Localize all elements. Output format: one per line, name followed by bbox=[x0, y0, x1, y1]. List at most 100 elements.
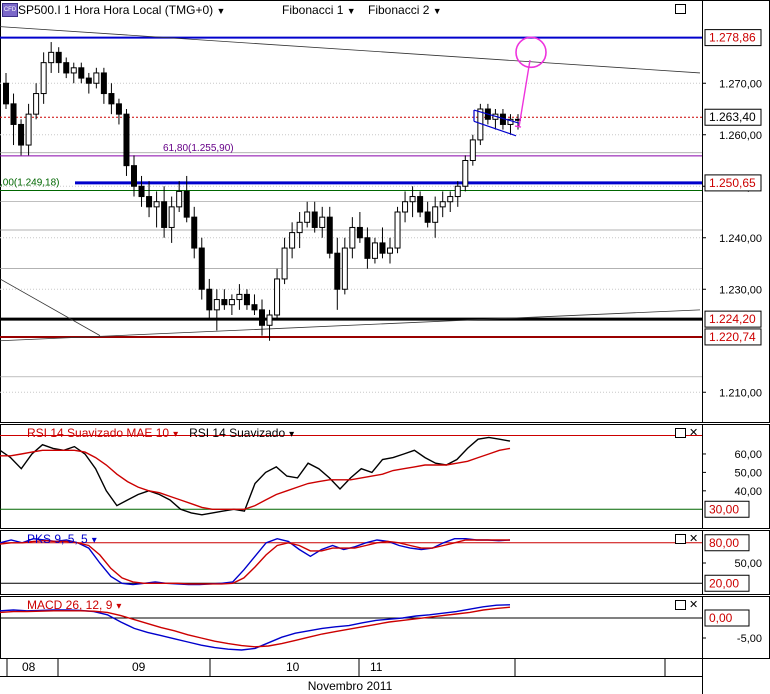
price-tick-label: 1.240,00 bbox=[719, 233, 762, 245]
candle-body bbox=[108, 93, 115, 105]
pks-title-part-0: PKS 9, 5, 5 bbox=[27, 532, 88, 546]
candle-body bbox=[259, 309, 265, 326]
pks-title-dropdown-icon: ▾ bbox=[92, 535, 97, 546]
candle-body bbox=[447, 196, 454, 203]
macd-title-part-0: MACD 26, 12, 9 bbox=[27, 598, 113, 612]
macd-level-tag-label: 0,00 bbox=[709, 611, 733, 625]
rsi-tick-label: 40,00 bbox=[734, 486, 762, 498]
candle-body bbox=[161, 201, 168, 228]
price-tick-label: 1.270,00 bbox=[719, 78, 762, 90]
rsi-title-dropdown-icon: ▾ bbox=[289, 429, 294, 440]
fibonacci-1-dropdown-icon[interactable]: ▼ bbox=[347, 6, 356, 16]
trading-chart[interactable]: 1.210,001.230,001.240,001.250,001.260,00… bbox=[0, 0, 770, 694]
macd-panel-close-icon[interactable]: ✕ bbox=[689, 600, 698, 611]
candle-body bbox=[356, 226, 363, 239]
candle-body bbox=[63, 62, 70, 74]
price-tag-label: 1.250,65 bbox=[709, 176, 756, 190]
rsi-panel-restore-button[interactable] bbox=[675, 428, 686, 438]
rsi-title-part-0: RSI 14 Suavizado MAE 10 bbox=[27, 426, 169, 440]
timezone-label: Hora Local (TMG+0) bbox=[103, 3, 214, 17]
candle-body bbox=[40, 62, 47, 95]
candle-body bbox=[266, 314, 273, 326]
candle-body bbox=[198, 247, 205, 290]
candle-body bbox=[123, 113, 130, 167]
candle-body bbox=[379, 242, 386, 254]
candle-body bbox=[341, 247, 348, 290]
candle-body bbox=[387, 247, 393, 254]
macd-title-dropdown-icon: ▾ bbox=[116, 601, 121, 612]
candle-body bbox=[417, 196, 424, 213]
pks-panel-close-icon[interactable]: ✕ bbox=[689, 534, 698, 545]
fibonacci-1-menu[interactable]: Fibonacci 1 ▼ bbox=[282, 3, 356, 17]
symbol-icon: CFD bbox=[2, 3, 18, 17]
candle-body bbox=[146, 196, 153, 208]
candle-body bbox=[243, 293, 250, 306]
rsi-tick-label: 50,00 bbox=[734, 467, 762, 479]
rsi-title-dropdown-icon: ▾ bbox=[173, 429, 178, 440]
fibonacci-2-label: Fibonacci 2 bbox=[368, 3, 430, 17]
candle-body bbox=[424, 211, 431, 223]
day-label: 11 bbox=[370, 660, 383, 674]
candle-body bbox=[55, 51, 62, 64]
candle-body bbox=[213, 299, 220, 311]
candle-body bbox=[439, 201, 446, 208]
candle-body bbox=[10, 103, 17, 125]
candle-body bbox=[93, 72, 100, 84]
candle-body bbox=[138, 185, 145, 198]
price-tick-label: 1.230,00 bbox=[719, 284, 762, 296]
rsi-panel-close-icon[interactable]: ✕ bbox=[689, 428, 698, 439]
month-label: Novembro 2011 bbox=[308, 679, 393, 693]
rsi-level-tag-label: 30,00 bbox=[709, 502, 739, 516]
price-panel-restore-button[interactable] bbox=[675, 4, 686, 14]
candle-body bbox=[100, 72, 107, 95]
price-tag-label: 1.224,20 bbox=[709, 312, 756, 326]
symbol-label: SP500.I bbox=[18, 3, 61, 17]
candle-body bbox=[409, 196, 416, 203]
candle-body bbox=[70, 67, 77, 74]
macd-panel-restore-button[interactable] bbox=[675, 600, 686, 610]
price-tick-label: 1.210,00 bbox=[719, 387, 762, 399]
day-label: 10 bbox=[286, 660, 300, 674]
macd-tick-label: -5,00 bbox=[737, 633, 762, 645]
candle-body bbox=[326, 216, 333, 254]
candle-body bbox=[311, 211, 318, 228]
rsi-title-part-1: RSI 14 Suavizado bbox=[189, 426, 285, 440]
candle-body bbox=[131, 165, 137, 187]
fibonacci-1-label: Fibonacci 1 bbox=[282, 3, 344, 17]
fibonacci-2-menu[interactable]: Fibonacci 2 ▼ bbox=[368, 3, 442, 17]
rsi-tick-label: 60,00 bbox=[734, 449, 762, 461]
candle-body bbox=[176, 190, 183, 208]
pks-level-tag-label: 80,00 bbox=[709, 536, 739, 550]
candle-body bbox=[251, 304, 258, 311]
candle-body bbox=[206, 288, 213, 311]
price-tag-label: 1.220,74 bbox=[709, 330, 756, 344]
price-tag-label: 1.278,86 bbox=[709, 31, 756, 45]
fibonacci-2-dropdown-icon[interactable]: ▼ bbox=[433, 6, 442, 16]
candle-body bbox=[394, 211, 401, 249]
candle-body bbox=[296, 221, 303, 234]
candle-body bbox=[228, 299, 235, 306]
timezone-dropdown-icon[interactable]: ▼ bbox=[216, 6, 225, 16]
fibonacci-level-label: 61,80(1.255,90) bbox=[163, 143, 234, 154]
candle-body bbox=[289, 232, 296, 249]
pks-tick-label: 50,00 bbox=[734, 558, 762, 570]
candle-body bbox=[432, 206, 439, 223]
candle-body bbox=[274, 278, 281, 316]
candle-body bbox=[402, 201, 409, 213]
candle-body bbox=[221, 299, 228, 306]
pks-panel-restore-button[interactable] bbox=[675, 534, 686, 544]
price-tick-label: 1.260,00 bbox=[719, 130, 762, 142]
candle-body bbox=[349, 226, 356, 249]
candle-body bbox=[304, 211, 311, 223]
pks-level-tag-label: 20,00 bbox=[709, 576, 739, 590]
candle-body bbox=[462, 160, 469, 187]
candle-body bbox=[191, 216, 198, 249]
fibonacci-level-label: ,00(1.249,18) bbox=[0, 177, 60, 188]
day-label: 09 bbox=[132, 660, 146, 674]
candle-body bbox=[3, 82, 9, 105]
projection-arrowhead bbox=[514, 125, 522, 128]
candle-body bbox=[236, 293, 243, 301]
price-tag-label: 1.263,40 bbox=[709, 110, 756, 124]
day-label: 08 bbox=[22, 660, 36, 674]
chart-title[interactable]: SP500.I 1 Hora Hora Local (TMG+0) ▼ bbox=[18, 3, 225, 17]
